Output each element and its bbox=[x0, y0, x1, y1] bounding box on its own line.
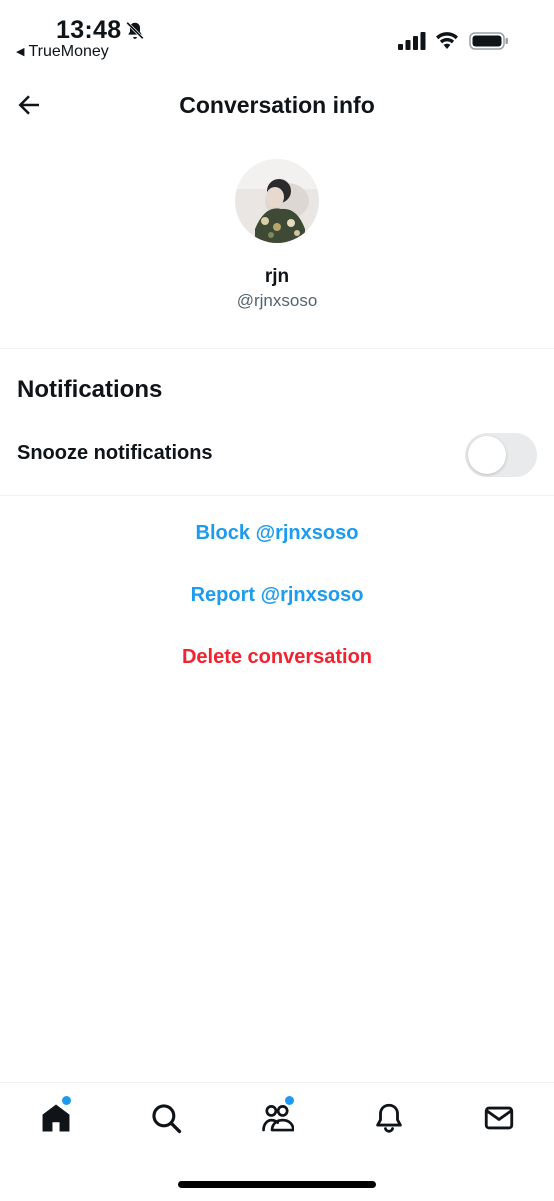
communities-badge-dot bbox=[285, 1096, 294, 1105]
bell-slash-icon bbox=[126, 21, 144, 40]
home-indicator bbox=[178, 1181, 376, 1188]
battery-icon bbox=[469, 32, 508, 50]
search-icon[interactable] bbox=[149, 1101, 183, 1135]
report-user-button[interactable]: Report @rjnxsoso bbox=[0, 584, 554, 607]
home-icon[interactable] bbox=[39, 1101, 73, 1135]
delete-conversation-button[interactable]: Delete conversation bbox=[0, 646, 554, 669]
avatar[interactable] bbox=[235, 159, 319, 243]
bell-icon[interactable] bbox=[372, 1101, 406, 1135]
clock: 13:48 bbox=[56, 16, 122, 44]
back-app-label: TrueMoney bbox=[28, 43, 109, 60]
back-triangle-icon: ◀ bbox=[16, 46, 25, 58]
wifi-icon bbox=[436, 32, 458, 49]
profile-handle: @rjnxsoso bbox=[236, 291, 318, 310]
block-user-button[interactable]: Block @rjnxsoso bbox=[0, 522, 554, 545]
snooze-notifications-label: Snooze notifications bbox=[17, 442, 213, 464]
back-to-app-link[interactable]: ◀ TrueMoney bbox=[16, 43, 109, 61]
divider bbox=[0, 495, 554, 496]
notifications-heading: Notifications bbox=[17, 376, 163, 403]
page-title: Conversation info bbox=[179, 92, 375, 118]
profile-name: rjn bbox=[264, 266, 290, 287]
toggle-knob bbox=[468, 436, 506, 474]
avatar-photo bbox=[235, 159, 319, 243]
status-bar: 13:48 ◀ TrueMoney bbox=[0, 0, 554, 70]
communities-icon[interactable] bbox=[260, 1101, 294, 1135]
mail-icon[interactable] bbox=[482, 1101, 516, 1135]
snooze-notifications-toggle[interactable] bbox=[465, 433, 537, 477]
home-badge-dot bbox=[62, 1096, 71, 1105]
header: Conversation info bbox=[0, 80, 554, 136]
cellular-signal-icon bbox=[398, 32, 426, 50]
divider bbox=[0, 348, 554, 349]
